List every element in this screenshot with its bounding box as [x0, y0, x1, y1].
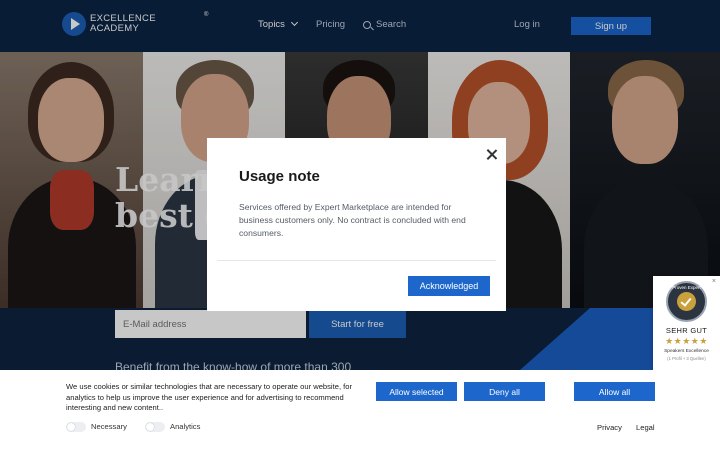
seal-core	[677, 292, 696, 311]
star-rating-icon: ★★★★★	[665, 336, 708, 346]
deny-all-button[interactable]: Deny all	[464, 382, 545, 401]
analytics-label: Analytics	[170, 422, 201, 431]
badge-close-icon[interactable]: ×	[712, 278, 716, 285]
necessary-label: Necessary	[91, 422, 127, 431]
acknowledged-button[interactable]: Acknowledged	[408, 276, 490, 296]
proven-expert-badge[interactable]: × Proven Expert SEHR GUT ★★★★★ Speakers …	[653, 276, 720, 370]
allow-selected-button[interactable]: Allow selected	[376, 382, 457, 401]
privacy-link[interactable]: Privacy	[597, 423, 622, 432]
check-icon	[680, 295, 692, 307]
rating-text: SEHR GUT	[665, 326, 708, 335]
modal-divider	[217, 260, 496, 261]
cookie-bar: We use cookies or similar technologies t…	[0, 370, 720, 450]
analytics-toggle[interactable]	[145, 422, 165, 432]
seal-icon: Proven Expert	[666, 281, 707, 322]
badge-subtitle: Speakers Excellence	[664, 349, 709, 354]
usage-note-modal: Usage note Services offered by Expert Ma…	[207, 138, 506, 311]
badge-subtitle-2: (1 Profil + 3 Quellen)	[667, 356, 706, 361]
necessary-toggle[interactable]	[66, 422, 86, 432]
close-icon[interactable]	[486, 149, 498, 161]
allow-all-button[interactable]: Allow all	[574, 382, 655, 401]
modal-body: Services offered by Expert Marketplace a…	[239, 202, 466, 238]
legal-link[interactable]: Legal	[636, 423, 655, 432]
modal-title: Usage note	[239, 168, 320, 185]
seal-text: Proven Expert	[672, 285, 701, 290]
cookie-text: We use cookies or similar technologies t…	[66, 382, 353, 412]
